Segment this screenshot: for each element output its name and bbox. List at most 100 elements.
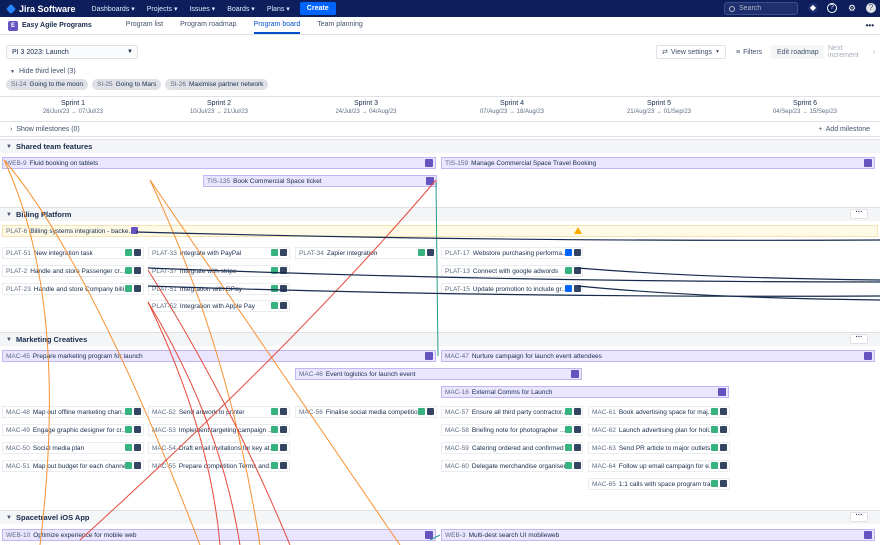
sprint-name: Sprint 3 [353,100,379,107]
initiative-chip[interactable]: SI-24 Going to the moon [6,79,89,90]
status-icon [134,408,141,415]
help-icon[interactable]: ? [827,3,837,13]
notifications-icon[interactable]: ◆ [808,3,818,13]
nav-plans[interactable]: Plans ▾ [267,5,290,13]
filters-button[interactable]: ≡ Filters [731,45,768,59]
show-milestones-toggle[interactable]: › Show milestones (0) [10,126,80,133]
avatar[interactable]: ? [866,3,876,13]
edit-roadmap-button[interactable]: Edit roadmap [771,45,825,59]
issue-card[interactable]: PLAT-52 Integration with Apple Pay [148,300,290,312]
feature-bar[interactable]: MAC-16 External Comms for Launch [441,386,729,398]
jira-logo[interactable]: Jira Software [6,4,76,14]
team-header-shared[interactable]: ▼ Shared team features [0,139,880,153]
create-button[interactable]: Create [299,2,336,15]
tab-program-roadmap[interactable]: Program roadmap [180,17,236,34]
team-header-marketing[interactable]: ▼ Marketing Creatives ··· [0,332,880,346]
search-input[interactable]: Search [724,2,798,15]
issue-card[interactable]: MAC-53 Implement targeting campaign ... [148,424,290,436]
issue-card[interactable]: MAC-54 Draft email invitations for key at… [148,442,290,454]
tab-team-planning[interactable]: Team planning [317,17,363,34]
team-options-button[interactable]: ··· [850,209,868,219]
nav-issues[interactable]: Issues ▾ [189,5,215,13]
issue-card[interactable]: MAC-49 Engage graphic designer for cr... [2,424,144,436]
team-options-button[interactable]: ··· [850,512,868,522]
issue-card[interactable]: PLAT-33 Integrate with PayPal [148,247,290,259]
feature-bar[interactable]: MAC-47 Nurture campaign for launch event … [441,350,875,362]
issue-card[interactable]: MAC-58 Briefing note for photographer ... [441,424,583,436]
more-options-icon[interactable]: ••• [866,21,874,30]
nav-boards[interactable]: Boards ▾ [227,5,255,13]
issue-card[interactable]: PLAT-13 Connect with google adwords [441,265,583,277]
issue-card[interactable]: MAC-48 Map out offline marketing chan... [2,406,144,418]
team-options-button[interactable]: ··· [850,334,868,344]
view-settings-button[interactable]: ⇄ View settings ▼ [656,45,726,59]
nav-projects[interactable]: Projects ▾ [147,5,178,13]
add-milestone-button[interactable]: + Add milestone [819,126,870,133]
status-icon [711,408,718,415]
issue-card[interactable]: MAC-51 Map out budget for each channel [2,460,144,472]
issue-card[interactable]: MAC-52 Send artwork to printer [148,406,290,418]
issue-card[interactable]: PLAT-17 Webstore purchasing performa... [441,247,583,259]
feature-bar[interactable]: MAC-45 Prepare marketing program for laun… [2,350,436,362]
issue-card[interactable]: PLAT-37 Integrate with stripe [148,265,290,277]
issue-card[interactable]: MAC-59 Catering ordered and confirmed [441,442,583,454]
issue-card[interactable]: PLAT-51 New integration task [2,247,144,259]
issue-key: PLAT-2 [6,267,28,275]
issue-card[interactable]: MAC-61 Book advertising space for maj... [588,406,730,418]
tab-program-board[interactable]: Program board [253,17,301,34]
project-header[interactable]: E Easy Agile Programs [8,20,92,31]
nav-dashboards[interactable]: Dashboards ▾ [92,5,135,13]
issue-card[interactable]: MAC-65 1:1 calls with space program tra..… [588,478,730,490]
settings-icon[interactable]: ⚙ [847,3,857,13]
issue-card[interactable]: MAC-55 Prepare competition Terms and... [148,460,290,472]
issue-card[interactable]: MAC-56 Finalise social media competition [295,406,437,418]
filter-icon: ≡ [736,48,741,56]
tab-program-list[interactable]: Program list [126,17,163,34]
feature-title: Book Commercial Space ticket [233,177,322,185]
team-header-billing[interactable]: ▼ Billing Platform ··· [0,207,880,221]
board-toolbar: PI 3 2023: Launch ▼ ⇄ View settings ▼ ≡ Filt… [0,45,880,61]
sprint-dates: 21/Aug/23 → 01/Sep/23 [626,109,692,115]
issue-card[interactable]: MAC-63 Send PR article to major outlets [588,442,730,454]
feature-bar[interactable]: WEB-9 Fluid booking on tablets [2,157,436,169]
issue-card[interactable]: MAC-60 Delegate merchandise organised [441,460,583,472]
feature-bar[interactable]: TIS-159 Manage Commercial Space Travel Bo… [441,157,875,169]
issue-card[interactable]: MAC-62 Launch advertising plan for holi..… [588,424,730,436]
issue-card[interactable]: PLAT-2 Handle and store Passenger cr... [2,265,144,277]
issue-title: Update promotion to include gr... [472,285,567,293]
issue-key: MAC-54 [152,444,176,452]
feature-bar[interactable]: MAC-46 Event logistics for launch event [295,368,582,380]
issue-key: MAC-62 [592,426,616,434]
issue-key: MAC-60 [445,462,469,470]
pi-select[interactable]: PI 3 2023: Launch ▼ [6,45,138,59]
initiative-chips: SI-24 Going to the moon SI-25 Going to Mar… [6,79,269,90]
feature-bar[interactable]: WEB-10 Optimize experience for mobile web [2,529,436,541]
initiative-chip[interactable]: SI-25 Going to Mars [92,79,162,90]
issue-title: Map out offline marketing chan... [32,408,128,416]
jira-mark-icon [6,3,16,14]
initiative-chip[interactable]: SI-26 Maximise partner network [165,79,269,90]
issue-card[interactable]: MAC-64 Follow up email campaign for e... [588,460,730,472]
feature-title: Multi-dest search UI mobileweb [468,531,560,539]
team-header-spacetravel[interactable]: ▼ Spacetravel iOS App ··· [0,510,880,524]
feature-bar[interactable]: WEB-3 Multi-dest search UI mobileweb [441,529,875,541]
issue-card[interactable]: PLAT-15 Update promotion to include gr... [441,283,583,295]
sprint-dates: 07/Aug/23 → 18/Aug/23 [479,109,545,115]
epic-icon [425,159,433,167]
hide-third-level-toggle[interactable]: ▼ Hide third level (3) [10,68,76,75]
pi-select-value: PI 3 2023: Launch [12,48,69,56]
next-increment-button[interactable]: Next increment › [823,45,880,59]
issue-card[interactable]: MAC-57 Ensure all third party contractor.… [441,406,583,418]
issue-title: Follow up email campaign for e... [618,462,715,470]
feature-bar[interactable]: TIS-135 Book Commercial Space ticket [203,175,437,187]
issue-card[interactable]: PLAT-23 Handle and store Company billi... [2,283,144,295]
feature-title: External Comms for Launch [471,388,553,396]
issue-card[interactable]: MAC-50 Social media plan [2,442,144,454]
feature-title: Nurture campaign for launch event attend… [471,352,602,360]
chevron-down-icon: ▼ [10,69,15,75]
issue-key: PLAT-15 [445,285,470,293]
issue-card[interactable]: PLAT-51 Integration with GPay [148,283,290,295]
issue-key: MAC-48 [6,408,30,416]
issue-card[interactable]: PLAT-34 Zapier integration [295,247,437,259]
feature-key: WEB-10 [6,531,31,539]
